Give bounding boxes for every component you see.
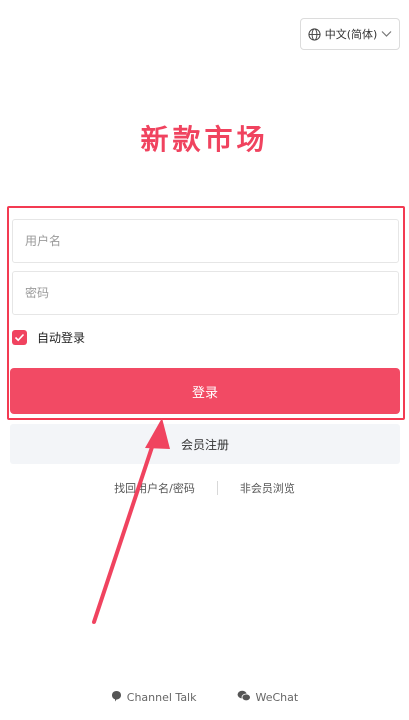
- channel-talk-link[interactable]: Channel Talk: [111, 690, 197, 705]
- login-button[interactable]: 登录: [10, 368, 400, 414]
- language-selector[interactable]: 中文(简体): [300, 18, 400, 50]
- footer: Channel Talk WeChat: [0, 690, 409, 705]
- globe-icon: [308, 27, 321, 41]
- chevron-down-icon: [381, 30, 392, 38]
- brand-title: 新款市场: [140, 123, 269, 156]
- channel-talk-label: Channel Talk: [126, 691, 197, 704]
- wechat-label: WeChat: [255, 691, 299, 704]
- account-links: 找回用户名/密码 非会员浏览: [0, 480, 409, 496]
- wechat-icon: [237, 690, 251, 705]
- register-button[interactable]: 会员注册: [10, 424, 400, 464]
- guest-browse-link[interactable]: 非会员浏览: [240, 480, 295, 496]
- username-input[interactable]: [12, 219, 399, 263]
- find-account-link[interactable]: 找回用户名/密码: [114, 480, 195, 496]
- language-label: 中文(简体): [324, 28, 378, 41]
- wechat-link[interactable]: WeChat: [237, 690, 299, 705]
- password-input[interactable]: [12, 271, 399, 315]
- auto-login-toggle[interactable]: 自动登录: [12, 329, 85, 346]
- chat-bubble-icon: [111, 690, 122, 705]
- link-divider: [216, 481, 218, 495]
- checkbox-checked-icon[interactable]: [12, 330, 27, 345]
- auto-login-label: 自动登录: [37, 331, 86, 345]
